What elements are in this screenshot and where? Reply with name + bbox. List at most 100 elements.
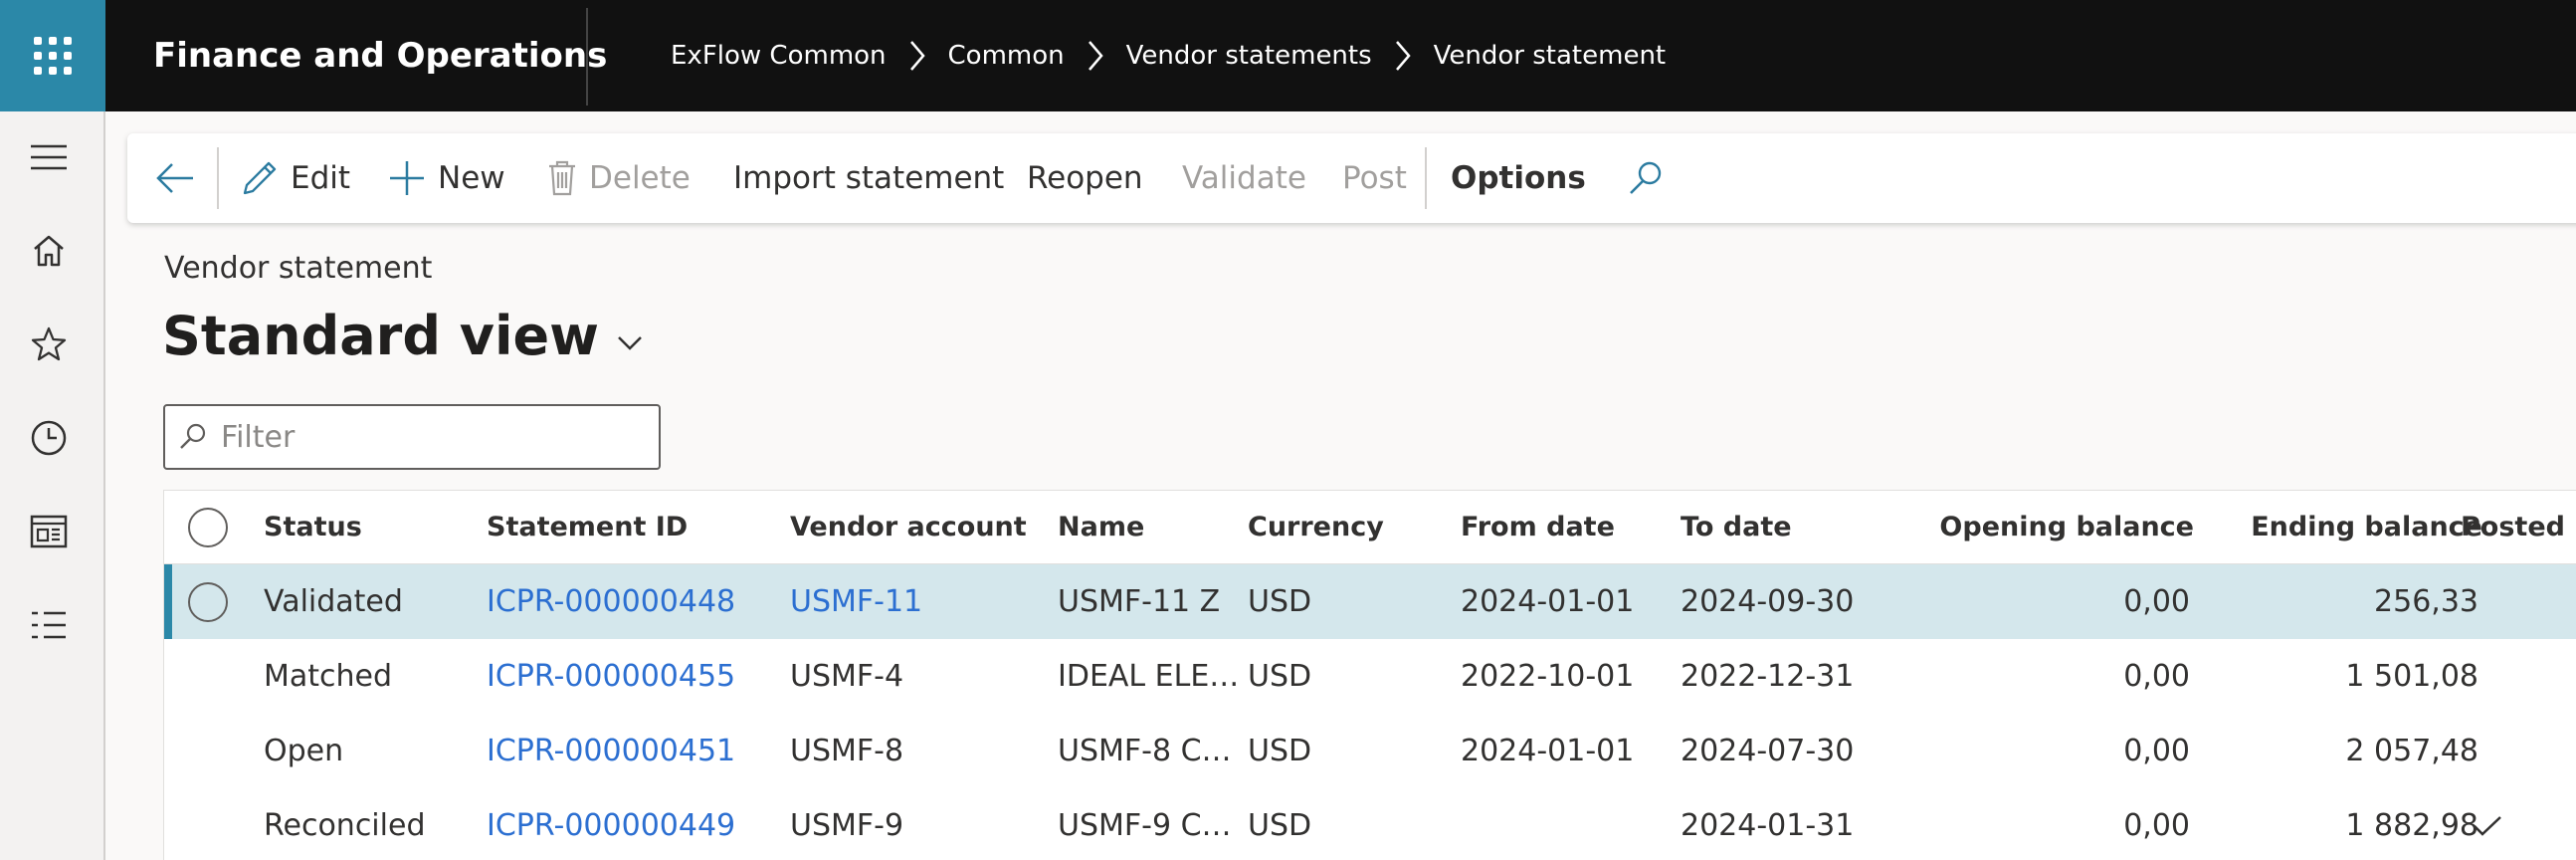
cell-name: USMF-11 Z xyxy=(1058,584,1221,619)
column-header-currency[interactable]: Currency xyxy=(1248,491,1384,563)
column-header-posted[interactable]: Posted xyxy=(2461,491,2565,563)
breadcrumb-item-vendor-statements[interactable]: Vendor statements xyxy=(1126,41,1372,71)
action-search-button[interactable] xyxy=(1628,133,1676,223)
cell-to-date: 2024-09-30 xyxy=(1681,584,1855,619)
column-header-status[interactable]: Status xyxy=(264,491,362,563)
cell-statement-id[interactable]: ICPR-000000448 xyxy=(487,564,735,639)
action-divider xyxy=(1425,147,1427,209)
validate-button[interactable]: Validate xyxy=(1182,133,1306,223)
cell-status: Reconciled xyxy=(264,808,426,843)
table-row[interactable]: Validated ICPR-000000448 USMF-11 USMF-11 Z U… xyxy=(164,564,2576,639)
validate-label: Validate xyxy=(1182,160,1306,196)
chevron-right-icon xyxy=(1372,36,1434,76)
clock-icon[interactable] xyxy=(29,418,69,458)
star-icon[interactable] xyxy=(29,324,69,364)
action-pane: Edit New Delete Import statement Reopen … xyxy=(127,133,2576,223)
column-header-ending-balance[interactable]: Ending balance xyxy=(2194,491,2482,563)
search-icon xyxy=(1630,161,1662,194)
breadcrumb-item-vendor-statement[interactable]: Vendor statement xyxy=(1434,41,1666,71)
import-statement-button[interactable]: Import statement xyxy=(733,133,1004,223)
cell-opening-balance: 0,00 xyxy=(2123,734,2190,768)
cell-opening-balance: 0,00 xyxy=(2123,659,2190,694)
column-header-to-date[interactable]: To date xyxy=(1681,491,1792,563)
cell-opening-balance: 0,00 xyxy=(2123,584,2190,619)
plus-icon xyxy=(390,161,424,195)
post-button[interactable]: Post xyxy=(1342,133,1407,223)
back-button[interactable] xyxy=(155,133,207,223)
hamburger-icon[interactable] xyxy=(29,137,69,177)
column-header-opening-balance[interactable]: Opening balance xyxy=(1856,491,2194,563)
radio-circle-icon xyxy=(188,581,228,622)
cell-status: Open xyxy=(264,734,344,768)
cell-from-date: 2022-10-01 xyxy=(1461,659,1635,694)
page-caption: Vendor statement xyxy=(164,251,433,286)
cell-ending-balance: 2 057,48 xyxy=(2345,734,2478,768)
cell-vendor-account: USMF-4 xyxy=(790,659,904,694)
app-title[interactable]: Finance and Operations xyxy=(153,0,607,111)
radio-circle-icon xyxy=(188,507,228,547)
cell-name: IDEAL ELE… xyxy=(1058,659,1240,694)
grid-header-row: Status Statement ID Vendor account Name … xyxy=(164,491,2576,564)
filter-box[interactable] xyxy=(163,404,661,470)
breadcrumb-item-exflow-common[interactable]: ExFlow Common xyxy=(671,41,887,71)
cell-from-date: 2024-01-01 xyxy=(1461,734,1635,768)
breadcrumb-item-common[interactable]: Common xyxy=(948,41,1065,71)
column-header-vendor-account[interactable]: Vendor account xyxy=(790,491,1027,563)
table-row[interactable]: Matched ICPR-000000455 USMF-4 IDEAL ELE… USD… xyxy=(164,639,2576,714)
view-selector[interactable]: Standard view xyxy=(162,305,643,367)
cell-ending-balance: 1 501,08 xyxy=(2345,659,2478,694)
options-label: Options xyxy=(1451,160,1586,196)
column-header-statement-id[interactable]: Statement ID xyxy=(487,491,688,563)
new-button[interactable]: New xyxy=(388,133,505,223)
filter-input[interactable] xyxy=(221,419,619,455)
cell-statement-id[interactable]: ICPR-000000449 xyxy=(487,788,735,860)
home-icon[interactable] xyxy=(29,231,69,271)
top-bar: Finance and Operations ExFlow Common Com… xyxy=(0,0,2576,111)
back-arrow-icon xyxy=(156,163,193,193)
cell-statement-id[interactable]: ICPR-000000455 xyxy=(487,639,735,714)
row-select-radio[interactable] xyxy=(188,564,228,639)
vendor-statement-grid: Status Statement ID Vendor account Name … xyxy=(163,490,2576,860)
cell-from-date: 2024-01-01 xyxy=(1461,584,1635,619)
delete-button[interactable]: Delete xyxy=(547,133,691,223)
cell-opening-balance: 0,00 xyxy=(2123,808,2190,843)
cell-currency: USD xyxy=(1248,734,1312,768)
new-label: New xyxy=(438,160,505,196)
pencil-icon xyxy=(243,161,277,195)
cell-vendor-account[interactable]: USMF-11 xyxy=(790,564,922,639)
cell-currency: USD xyxy=(1248,584,1312,619)
cell-to-date: 2024-01-31 xyxy=(1681,808,1855,843)
cell-currency: USD xyxy=(1248,808,1312,843)
select-all-radio[interactable] xyxy=(188,491,228,563)
cell-ending-balance: 1 882,98 xyxy=(2345,808,2478,843)
column-header-name[interactable]: Name xyxy=(1058,491,1144,563)
chevron-right-icon xyxy=(887,36,948,76)
cell-status: Matched xyxy=(264,659,393,694)
cell-vendor-account: USMF-8 xyxy=(790,734,904,768)
cell-vendor-account: USMF-9 xyxy=(790,808,904,843)
delete-label: Delete xyxy=(589,160,691,196)
table-row[interactable]: Open ICPR-000000451 USMF-8 USMF-8 C… USD 2024… xyxy=(164,714,2576,788)
workspace-icon[interactable] xyxy=(29,512,69,551)
table-row[interactable]: Reconciled ICPR-000000449 USMF-9 USMF-9 C… U… xyxy=(164,788,2576,860)
cell-to-date: 2022-12-31 xyxy=(1681,659,1855,694)
cell-to-date: 2024-07-30 xyxy=(1681,734,1855,768)
import-statement-label: Import statement xyxy=(733,160,1005,196)
cell-name: USMF-9 C… xyxy=(1058,808,1232,843)
top-divider xyxy=(586,8,588,106)
app-launcher-button[interactable] xyxy=(0,0,105,111)
reopen-button[interactable]: Reopen xyxy=(1027,133,1143,223)
list-icon[interactable] xyxy=(29,605,69,645)
edit-label: Edit xyxy=(291,160,351,196)
search-icon xyxy=(180,423,206,449)
checkmark-icon xyxy=(2473,788,2502,860)
view-name: Standard view xyxy=(162,305,599,367)
edit-button[interactable]: Edit xyxy=(241,133,350,223)
reopen-label: Reopen xyxy=(1027,160,1143,196)
column-header-from-date[interactable]: From date xyxy=(1461,491,1615,563)
cell-statement-id[interactable]: ICPR-000000451 xyxy=(487,714,735,788)
options-button[interactable]: Options xyxy=(1451,133,1586,223)
chevron-down-icon xyxy=(618,335,642,350)
trash-icon xyxy=(549,160,575,196)
breadcrumb: ExFlow Common Common Vendor statements V… xyxy=(671,0,1666,111)
